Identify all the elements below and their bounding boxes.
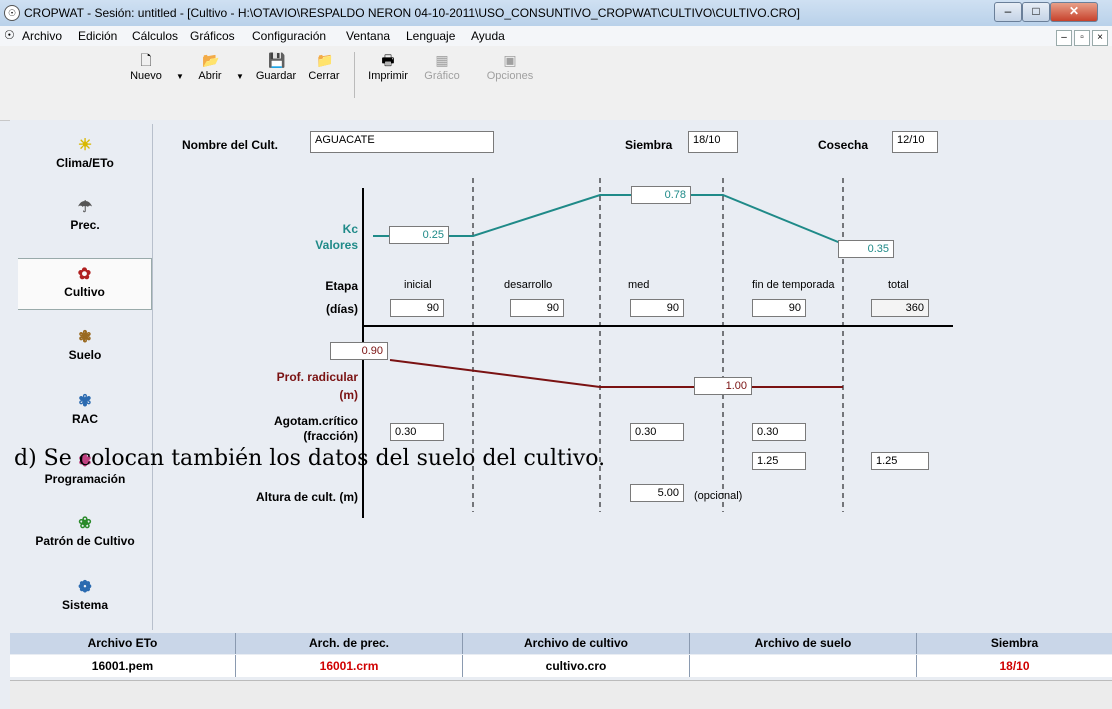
kc-ini-input[interactable]: 0.25 xyxy=(389,226,449,244)
etapa-label: Etapa xyxy=(325,279,358,293)
kc-label: Kc xyxy=(342,222,358,236)
dias-label: (días) xyxy=(325,302,358,316)
root-depth-curve xyxy=(389,359,843,388)
days-desarrollo-input[interactable]: 90 xyxy=(510,299,564,317)
days-inicial-input[interactable]: 90 xyxy=(390,299,444,317)
status-table: Archivo ETo Arch. de prec. Archivo de cu… xyxy=(10,633,1112,679)
status-header-cultivo: Archivo de cultivo xyxy=(463,633,690,654)
status-value-suelo xyxy=(690,655,917,677)
depletion-end-input[interactable]: 0.30 xyxy=(752,423,806,441)
status-header-prec: Arch. de prec. xyxy=(236,633,463,654)
stage-inicial-label: inicial xyxy=(404,279,432,291)
depletion-ini-input[interactable]: 0.30 xyxy=(390,423,444,441)
overlay-caption: d) Se colocan también los datos del suel… xyxy=(14,446,606,471)
status-value-prec: 16001.crm xyxy=(236,655,463,677)
days-med-input[interactable]: 90 xyxy=(630,299,684,317)
status-value-eto: 16001.pem xyxy=(10,655,236,677)
days-total-field: 360 xyxy=(871,299,929,317)
status-header-siembra: Siembra xyxy=(917,633,1112,654)
depletion-label: Agotam.crítico xyxy=(273,414,358,428)
kc-end-input[interactable]: 0.35 xyxy=(838,240,894,258)
crop-height-label: Altura de cult. (m) xyxy=(255,490,358,504)
root-depth-label: Prof. radicular xyxy=(276,370,358,384)
status-value-cultivo: cultivo.cro xyxy=(463,655,690,677)
root-max-input[interactable]: 1.00 xyxy=(694,377,752,395)
ky-total-input[interactable]: 1.25 xyxy=(871,452,929,470)
crop-stage-diagram xyxy=(362,178,953,518)
stage-total-label: total xyxy=(888,279,909,291)
status-header-suelo: Archivo de suelo xyxy=(690,633,917,654)
days-fin-input[interactable]: 90 xyxy=(752,299,806,317)
status-header-eto: Archivo ETo xyxy=(10,633,236,654)
ky-end-input[interactable]: 1.25 xyxy=(752,452,806,470)
kc-mid-input[interactable]: 0.78 xyxy=(631,186,691,204)
crop-height-input[interactable]: 5.00 xyxy=(630,484,684,502)
stage-fin-label: fin de temporada xyxy=(752,279,835,291)
depletion-mid-input[interactable]: 0.30 xyxy=(630,423,684,441)
root-ini-input[interactable]: 0.90 xyxy=(330,342,388,360)
depletion-unit: (fracción) xyxy=(303,429,358,443)
stage-desarrollo-label: desarrollo xyxy=(504,279,553,291)
kc-values-label: Valores xyxy=(315,238,358,252)
status-value-siembra: 18/10 xyxy=(917,655,1112,677)
stage-med-label: med xyxy=(628,279,650,291)
crop-height-note: (opcional) xyxy=(694,490,743,502)
root-depth-unit: (m) xyxy=(339,388,358,402)
status-bar xyxy=(10,680,1112,709)
